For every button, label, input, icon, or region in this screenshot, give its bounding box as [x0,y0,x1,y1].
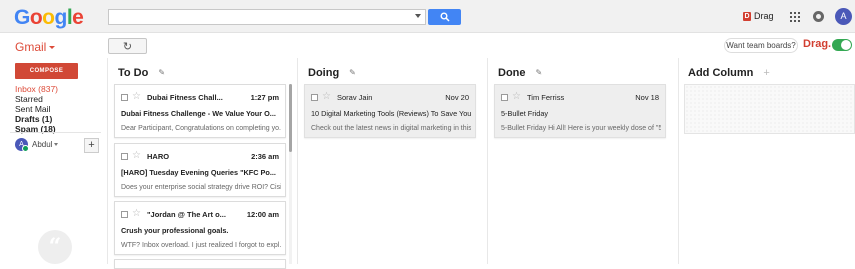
card-sender: Dubai Fitness Chall... [147,93,223,102]
add-column-label: Add Column [688,67,754,79]
card-date: Nov 18 [635,93,659,102]
scrollbar-thumb[interactable] [289,84,292,152]
refresh-icon: ↻ [122,40,133,53]
add-column[interactable]: Add Column + [688,67,770,79]
card-snippet: 5-Bullet Friday Hi All! Here is your wee… [501,125,661,132]
edit-pencil-icon[interactable]: ✎ [349,69,357,77]
drag-brand-label: Drag. [803,38,832,50]
card-subject: Crush your professional goals. [121,226,229,235]
star-icon[interactable]: ☆ [322,91,331,103]
hangouts-quote-icon[interactable]: “ [38,230,72,264]
user-avatar: A [15,138,29,152]
email-card[interactable]: ☆ HARO 2:36 am [HARO] Tuesday Evening Qu… [114,143,286,197]
column-title-done[interactable]: Done ✎ [498,67,544,79]
column-title: Done [498,67,526,79]
chevron-down-icon [54,143,59,147]
user-name: Abdul [32,140,59,149]
add-contact-button[interactable]: + [84,138,99,153]
drag-app-chip[interactable]: D Drag [743,11,774,21]
compose-button[interactable]: COMPOSE [15,63,78,79]
column-divider [297,58,298,264]
email-card[interactable]: ☆ Sorav Jain Nov 20 10 Digital Marketing… [304,84,476,138]
checkbox[interactable] [121,94,128,101]
card-snippet: WTF? Inbox overload. I just realized I f… [121,242,281,249]
card-subject: Dubai Fitness Challenge - We Value Your … [121,109,276,118]
card-date: 12:00 am [246,210,279,219]
top-bar: Google D Drag A [0,0,855,33]
card-date: 1:27 pm [250,93,279,102]
google-logo[interactable]: Google [14,6,84,30]
card-snippet: Dear Participant, Congratulations on com… [121,125,281,132]
column-divider [678,58,679,264]
checkbox[interactable] [121,153,128,160]
column-title-doing[interactable]: Doing ✎ [308,67,357,79]
search-options-chevron-icon[interactable] [415,14,421,18]
new-column-drop-zone[interactable] [684,84,855,134]
card-sender: Tim Ferriss [527,93,565,102]
sidebar-item-inbox[interactable]: Inbox (837) [15,84,58,94]
star-icon[interactable]: ☆ [132,91,141,103]
divider [10,132,101,133]
sidebar-item-starred[interactable]: Starred [15,94,58,104]
column-title-todo[interactable]: To Do ✎ [118,67,166,79]
card-snippet: Check out the latest news in digital mar… [311,125,471,132]
column-title: Doing [308,67,340,79]
gmail-label: Gmail [15,40,47,54]
star-icon[interactable]: ☆ [132,208,141,220]
notifications-icon[interactable] [813,11,824,22]
email-card[interactable]: ☆ Dubai Fitness Chall... 1:27 pm Dubai F… [114,84,286,138]
search-button[interactable] [428,9,461,25]
star-icon[interactable]: ☆ [512,91,521,103]
card-sender: "Jordan @ The Art o... [147,210,226,219]
plus-icon[interactable]: + [763,67,769,79]
email-card[interactable]: ☆ "Jordan @ The Art o... 12:00 am Crush … [114,201,286,255]
hangouts-user[interactable]: A Abdul [15,138,59,152]
drag-toggle[interactable] [832,39,852,51]
card-date: Nov 20 [445,93,469,102]
column-scrollbar[interactable] [289,84,292,264]
team-boards-button[interactable]: Want team boards? [724,38,798,53]
card-subject: [HARO] Tuesday Evening Queries "KFC Po..… [121,168,276,177]
card-snippet: Does your enterprise social strategy dri… [121,184,281,191]
column-divider [107,58,108,264]
column-title: To Do [118,67,149,79]
card-date: 2:36 am [251,152,279,161]
sidebar-item-sent[interactable]: Sent Mail [15,104,58,114]
sidebar-item-drafts[interactable]: Drafts (1) [15,114,58,124]
edit-pencil-icon[interactable]: ✎ [158,69,166,77]
checkbox[interactable] [311,94,318,101]
card-sender: HARO [147,152,170,161]
card-subject: 5-Bullet Friday [501,109,549,118]
star-icon[interactable]: ☆ [132,150,141,162]
drag-logo-icon: D [743,11,751,21]
search-input[interactable] [108,9,426,25]
drag-chip-label: Drag [754,11,774,21]
search-icon [440,12,450,22]
sidebar-nav: Inbox (837) Starred Sent Mail Drafts (1)… [15,84,58,134]
refresh-button[interactable]: ↻ [108,38,147,54]
card-subject: 10 Digital Marketing Tools (Reviews) To … [311,109,471,118]
chevron-down-icon [49,46,56,50]
checkbox[interactable] [501,94,508,101]
account-avatar[interactable]: A [835,8,852,25]
gmail-menu[interactable]: Gmail [15,40,56,54]
email-card[interactable]: ☆ Tim Ferriss Nov 18 5-Bullet Friday 5-B… [494,84,666,138]
checkbox[interactable] [121,211,128,218]
edit-pencil-icon[interactable]: ✎ [536,69,544,77]
column-divider [487,58,488,264]
card-sender: Sorav Jain [337,93,373,102]
email-card[interactable] [114,259,286,269]
apps-grid-icon[interactable] [790,12,800,22]
